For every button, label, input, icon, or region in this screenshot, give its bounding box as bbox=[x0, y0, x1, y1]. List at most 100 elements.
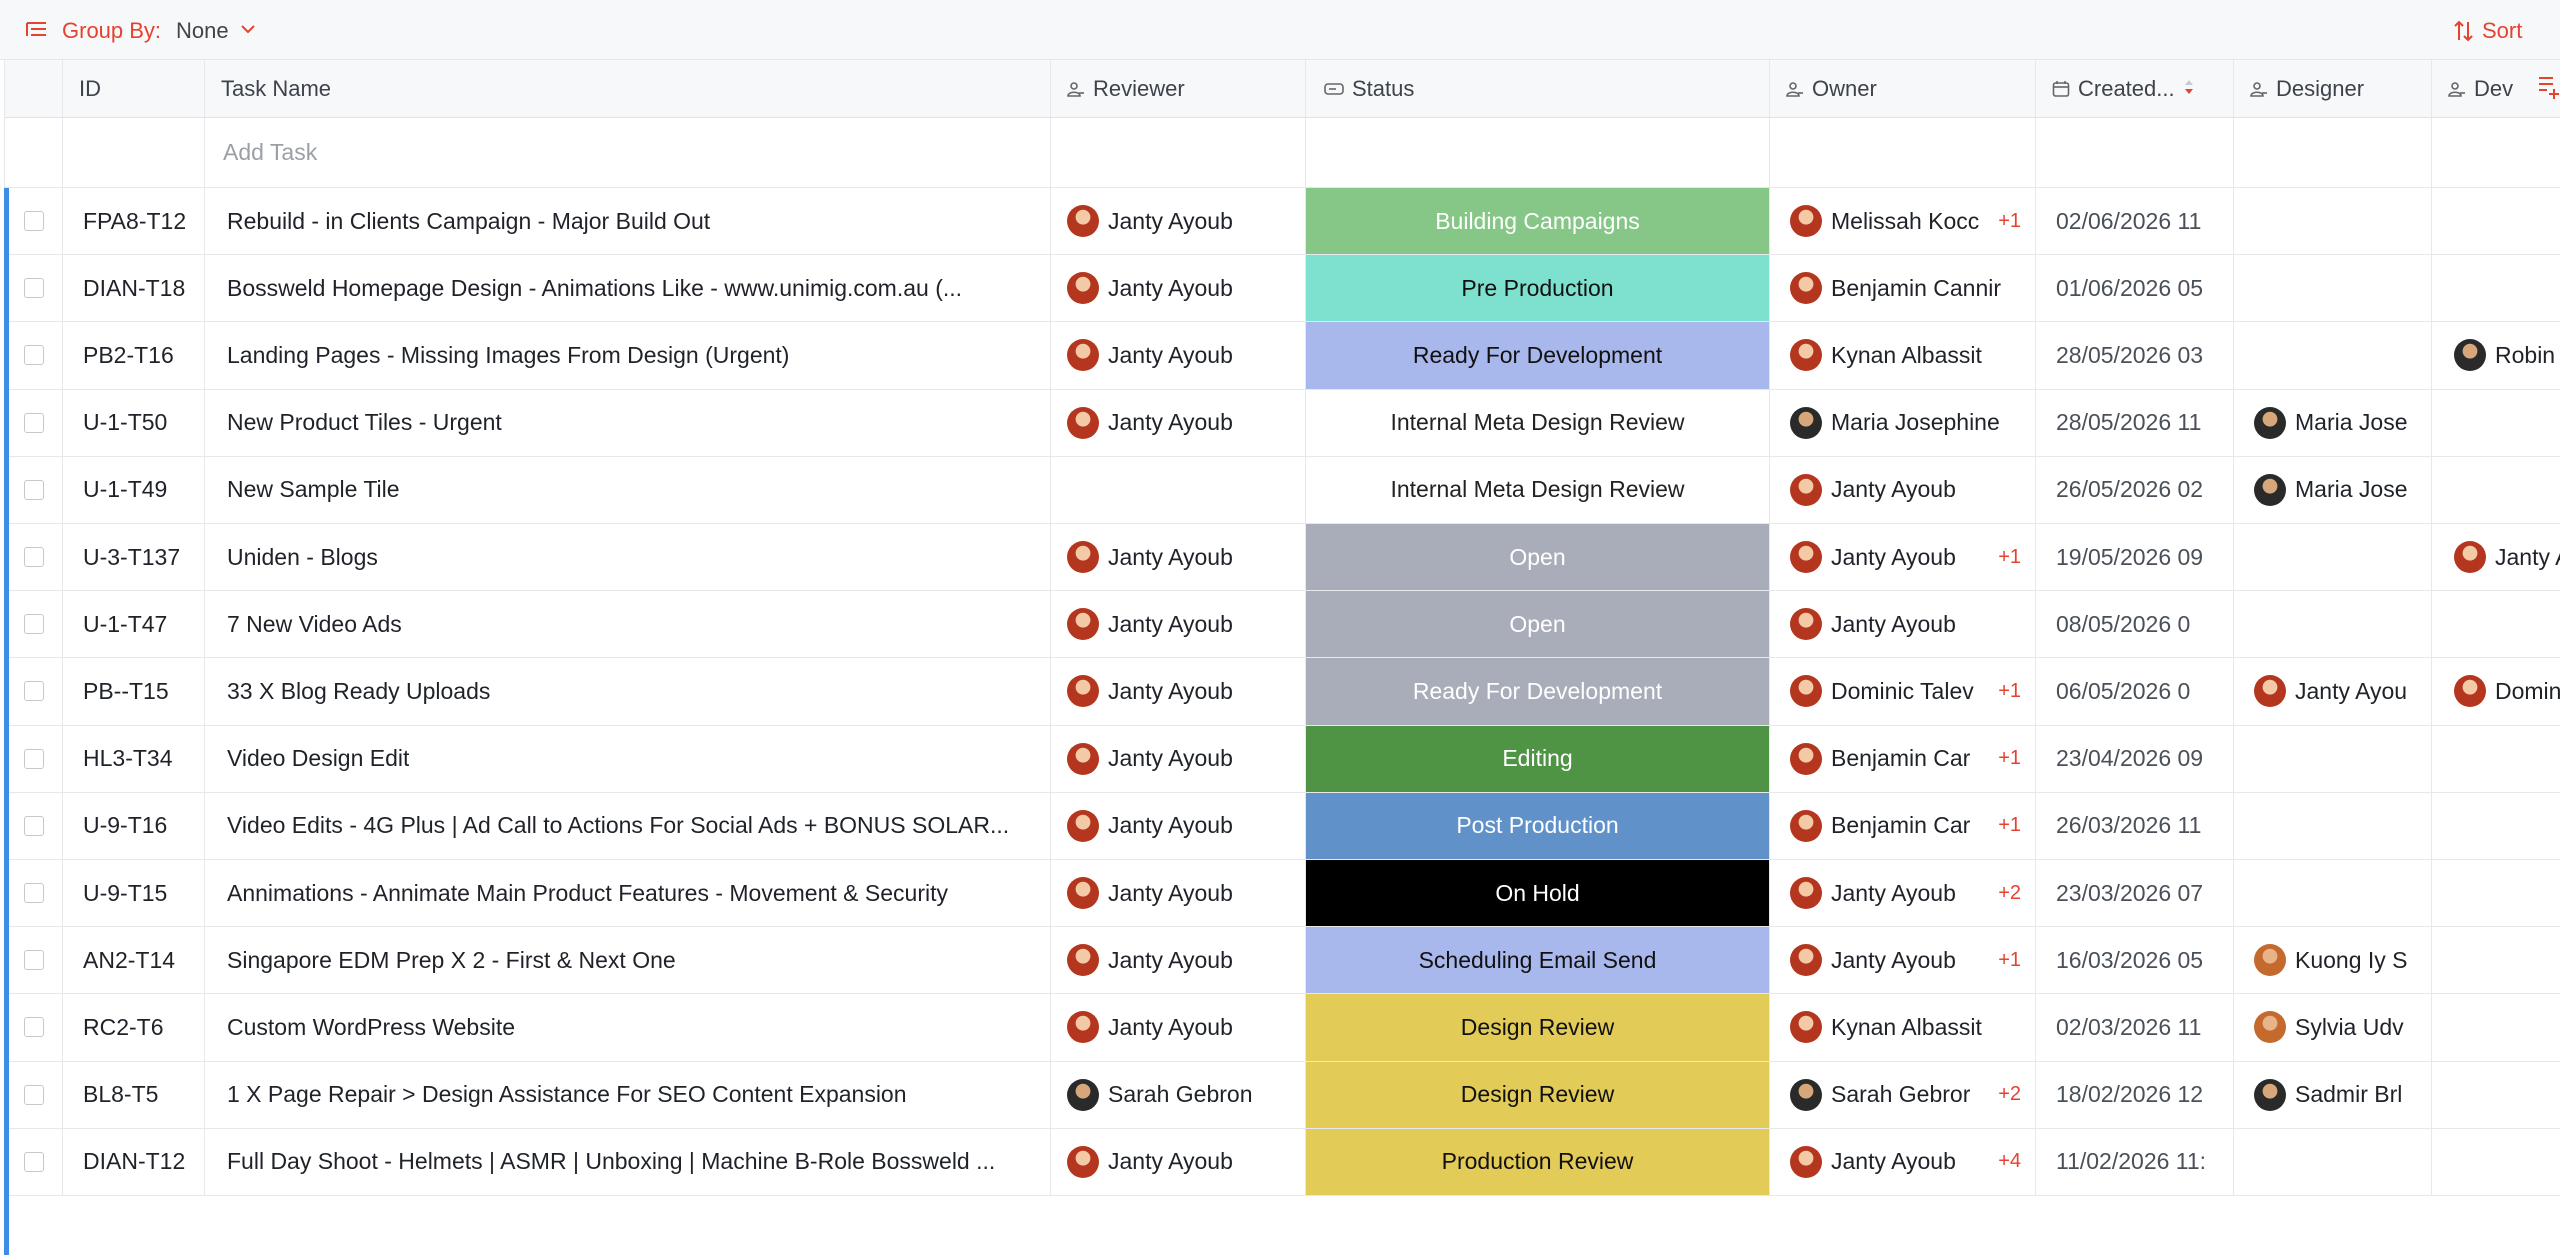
owner-extra-count[interactable]: +2 bbox=[1998, 1083, 2021, 1106]
row-task-name[interactable]: 1 X Page Repair > Design Assistance For … bbox=[205, 1061, 1051, 1128]
row-developer[interactable]: Domin bbox=[2432, 658, 2560, 724]
row-designer[interactable]: Sylvia Udv bbox=[2234, 994, 2432, 1061]
owner-extra-count[interactable]: +1 bbox=[1998, 747, 2021, 770]
row-id[interactable]: U-1-T49 bbox=[63, 456, 205, 523]
group-by-icon[interactable] bbox=[26, 20, 48, 45]
row-designer[interactable] bbox=[2234, 255, 2432, 322]
owner-extra-count[interactable]: +2 bbox=[1998, 882, 2021, 905]
row-created[interactable]: 19/05/2026 09 bbox=[2036, 524, 2234, 591]
row-designer[interactable]: Janty Ayou bbox=[2234, 658, 2432, 725]
row-developer[interactable] bbox=[2432, 188, 2560, 254]
row-created[interactable]: 18/02/2026 12 bbox=[2036, 1061, 2234, 1128]
table-row[interactable]: RC2-T6 Custom WordPress Website Janty Ay… bbox=[5, 994, 2560, 1062]
row-owner[interactable]: Benjamin Car +1 bbox=[1770, 725, 2036, 792]
row-checkbox[interactable] bbox=[23, 883, 44, 904]
row-designer[interactable] bbox=[2234, 860, 2432, 927]
row-reviewer[interactable]: Janty Ayoub bbox=[1051, 1128, 1306, 1195]
row-created[interactable]: 02/03/2026 11 bbox=[2036, 994, 2234, 1061]
row-owner[interactable]: Benjamin Cannir bbox=[1770, 255, 2036, 322]
row-task-name[interactable]: 33 X Blog Ready Uploads bbox=[205, 658, 1051, 725]
row-reviewer[interactable]: Janty Ayoub bbox=[1051, 389, 1306, 456]
row-status[interactable]: Building Campaigns bbox=[1306, 188, 1770, 255]
row-developer[interactable] bbox=[2432, 726, 2560, 792]
row-designer[interactable] bbox=[2234, 792, 2432, 859]
row-task-name[interactable]: Uniden - Blogs bbox=[205, 524, 1051, 591]
row-task-name[interactable]: Landing Pages - Missing Images From Desi… bbox=[205, 322, 1051, 389]
row-select[interactable] bbox=[5, 322, 63, 389]
row-developer[interactable] bbox=[2432, 1062, 2560, 1128]
row-developer[interactable] bbox=[2432, 255, 2560, 321]
row-task-name[interactable]: Annimations - Annimate Main Product Feat… bbox=[205, 860, 1051, 927]
row-developer[interactable] bbox=[2432, 927, 2560, 993]
row-developer[interactable]: Robin bbox=[2432, 322, 2560, 388]
row-reviewer[interactable]: Janty Ayoub bbox=[1051, 927, 1306, 994]
row-id[interactable]: FPA8-T12 bbox=[63, 188, 205, 255]
row-id[interactable]: U-1-T47 bbox=[63, 591, 205, 658]
row-select[interactable] bbox=[5, 255, 63, 322]
row-status[interactable]: Ready For Development bbox=[1306, 322, 1770, 389]
row-select[interactable] bbox=[5, 927, 63, 994]
group-by-label[interactable]: Group By: bbox=[62, 18, 161, 44]
row-designer[interactable]: Maria Jose bbox=[2234, 456, 2432, 523]
table-row[interactable]: PB--T15 33 X Blog Ready Uploads Janty Ay… bbox=[5, 658, 2560, 726]
row-owner[interactable]: Benjamin Car +1 bbox=[1770, 792, 2036, 859]
row-checkbox[interactable] bbox=[23, 614, 44, 635]
row-task-name[interactable]: 7 New Video Ads bbox=[205, 591, 1051, 658]
row-checkbox[interactable] bbox=[23, 278, 44, 299]
row-owner[interactable]: Kynan Albassit bbox=[1770, 322, 2036, 389]
row-owner[interactable]: Janty Ayoub +1 bbox=[1770, 927, 2036, 994]
header-designer[interactable]: Designer bbox=[2234, 60, 2432, 117]
row-reviewer[interactable]: Sarah Gebron bbox=[1051, 1061, 1306, 1128]
row-reviewer[interactable]: Janty Ayoub bbox=[1051, 725, 1306, 792]
row-checkbox[interactable] bbox=[23, 345, 44, 366]
row-status[interactable]: Scheduling Email Send bbox=[1306, 927, 1770, 994]
owner-extra-count[interactable]: +1 bbox=[1998, 546, 2021, 569]
row-id[interactable]: PB2-T16 bbox=[63, 322, 205, 389]
row-id[interactable]: RC2-T6 bbox=[63, 994, 205, 1061]
header-status[interactable]: Status bbox=[1306, 60, 1770, 117]
table-row[interactable]: DIAN-T12 Full Day Shoot - Helmets | ASMR… bbox=[5, 1128, 2560, 1196]
row-developer[interactable] bbox=[2432, 457, 2560, 523]
row-task-name[interactable]: Rebuild - in Clients Campaign - Major Bu… bbox=[205, 188, 1051, 255]
row-select[interactable] bbox=[5, 1128, 63, 1195]
row-checkbox[interactable] bbox=[23, 479, 44, 500]
row-status[interactable]: Editing bbox=[1306, 725, 1770, 792]
row-created[interactable]: 28/05/2026 11 bbox=[2036, 389, 2234, 456]
row-task-name[interactable]: New Product Tiles - Urgent bbox=[205, 389, 1051, 456]
row-task-name[interactable]: New Sample Tile bbox=[205, 456, 1051, 523]
row-status[interactable]: Ready For Development bbox=[1306, 658, 1770, 725]
row-select[interactable] bbox=[5, 792, 63, 859]
row-designer[interactable] bbox=[2234, 322, 2432, 389]
table-row[interactable]: U-9-T16 Video Edits - 4G Plus | Ad Call … bbox=[5, 792, 2560, 860]
row-reviewer[interactable]: Janty Ayoub bbox=[1051, 591, 1306, 658]
row-owner[interactable]: Dominic Talev +1 bbox=[1770, 658, 2036, 725]
row-status[interactable]: Design Review bbox=[1306, 994, 1770, 1061]
row-designer[interactable] bbox=[2234, 725, 2432, 792]
row-created[interactable]: 06/05/2026 0 bbox=[2036, 658, 2234, 725]
row-designer[interactable]: Sadmir Brl bbox=[2234, 1061, 2432, 1128]
owner-extra-count[interactable]: +1 bbox=[1998, 814, 2021, 837]
table-row[interactable]: PB2-T16 Landing Pages - Missing Images F… bbox=[5, 322, 2560, 390]
table-row[interactable]: U-1-T50 New Product Tiles - Urgent Janty… bbox=[5, 389, 2560, 457]
row-task-name[interactable]: Full Day Shoot - Helmets | ASMR | Unboxi… bbox=[205, 1128, 1051, 1195]
row-checkbox[interactable] bbox=[23, 211, 44, 232]
row-owner[interactable]: Kynan Albassit bbox=[1770, 994, 2036, 1061]
row-id[interactable]: U-1-T50 bbox=[63, 389, 205, 456]
add-column-icon[interactable] bbox=[2537, 74, 2560, 105]
row-developer[interactable] bbox=[2432, 390, 2560, 456]
owner-extra-count[interactable]: +4 bbox=[1998, 1150, 2021, 1173]
row-task-name[interactable]: Video Edits - 4G Plus | Ad Call to Actio… bbox=[205, 792, 1051, 859]
row-checkbox[interactable] bbox=[23, 681, 44, 702]
row-reviewer[interactable]: Janty Ayoub bbox=[1051, 322, 1306, 389]
row-status[interactable]: On Hold bbox=[1306, 860, 1770, 927]
row-reviewer[interactable]: Janty Ayoub bbox=[1051, 792, 1306, 859]
row-designer[interactable]: Kuong Iy S bbox=[2234, 927, 2432, 994]
chevron-down-icon[interactable] bbox=[240, 22, 256, 40]
row-reviewer[interactable]: Janty Ayoub bbox=[1051, 994, 1306, 1061]
table-row[interactable]: U-1-T47 7 New Video Ads Janty Ayoub Open… bbox=[5, 591, 2560, 659]
group-by-value[interactable]: None bbox=[176, 18, 229, 44]
row-checkbox[interactable] bbox=[23, 412, 44, 433]
row-reviewer[interactable] bbox=[1051, 456, 1306, 523]
row-status[interactable]: Post Production bbox=[1306, 792, 1770, 859]
row-select[interactable] bbox=[5, 188, 63, 255]
